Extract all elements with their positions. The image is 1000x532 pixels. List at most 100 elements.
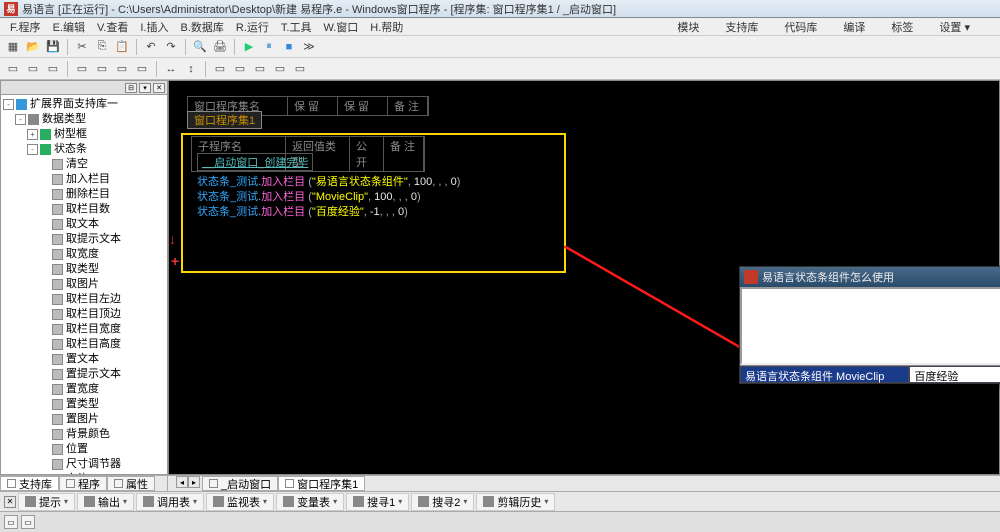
tree-item[interactable]: 清空 [3,157,165,172]
tb-layer5-icon[interactable]: ▭ [291,60,309,78]
tb-undo-icon[interactable]: ↶ [142,38,160,56]
tree-item[interactable]: 置提示文本 [3,367,165,382]
preview-titlebar[interactable]: 易语言状态条组件怎么使用 ✕ [740,267,1000,287]
sidebar-btn-dropdown-icon[interactable]: ▾ [139,83,151,93]
tb-dist1-icon[interactable]: ↔ [162,60,180,78]
editor-tab-programset[interactable]: 窗口程序集1 [278,476,365,491]
tb-layer2-icon[interactable]: ▭ [231,60,249,78]
panel-tab-watch[interactable]: 监视表▾ [206,493,274,511]
tree-item[interactable]: 取栏目宽度 [3,322,165,337]
menu-program[interactable]: F.程序 [4,19,47,35]
code-line[interactable]: 状态条_测试.加入栏目 ("MovieClip", 100, , , 0) [197,188,421,204]
tb-open-icon[interactable]: 📂 [24,38,42,56]
tree-item[interactable]: 删除栏目 [3,187,165,202]
tree-expand-icon[interactable]: - [15,114,26,125]
tree-item[interactable]: 置图片 [3,412,165,427]
tree-item[interactable]: -扩展界面支持库一 [3,97,165,112]
panel-tab-cliphistory[interactable]: 剪辑历史▾ [476,493,555,511]
tab-scroll-right-icon[interactable]: ▸ [188,476,200,488]
tb-redo-icon[interactable]: ↷ [162,38,180,56]
tb-paste-icon[interactable]: 📋 [113,38,131,56]
tb-pause-icon[interactable]: ⏸ [260,38,278,56]
code-line[interactable]: 状态条_测试.加入栏目 ("百度经验", -1, , , 0) [197,203,408,219]
tree-item[interactable]: 取栏目数 [3,202,165,217]
panel-tab-variables[interactable]: 变量表▾ [276,493,344,511]
library-tree[interactable]: -扩展界面支持库一-数据类型+树型框-状态条清空加入栏目删除栏目取栏目数取文本取… [1,95,167,474]
menu-help[interactable]: H.帮助 [364,19,409,35]
tab-scroll[interactable]: ◂▸ [176,476,200,491]
tree-item[interactable]: 置类型 [3,397,165,412]
menu-codelib[interactable]: 代码库 [778,19,823,35]
tb-layer1-icon[interactable]: ▭ [211,60,229,78]
menu-settings[interactable]: 设置 ▾ [933,19,976,35]
sidebar-btn-pin-icon[interactable]: ⊟ [125,83,137,93]
tree-item[interactable]: 取文本 [3,217,165,232]
tb-layer3-icon[interactable]: ▭ [251,60,269,78]
sidebar-btn-close-icon[interactable]: ✕ [153,83,165,93]
tb-save-icon[interactable]: 💾 [44,38,62,56]
tree-item[interactable]: 置文本 [3,352,165,367]
tb-cut-icon[interactable]: ✂ [73,38,91,56]
tree-expand-icon[interactable]: - [3,99,14,110]
tree-item[interactable]: 取类型 [3,262,165,277]
tb-layer4-icon[interactable]: ▭ [271,60,289,78]
tree-item[interactable]: 字体 [3,472,165,474]
menu-tools[interactable]: T.工具 [275,19,318,35]
menu-window[interactable]: W.窗口 [317,19,364,35]
tb-print-icon[interactable]: 🖨 [211,38,229,56]
tb-new-icon[interactable]: ▦ [4,38,22,56]
tb-align6-icon[interactable]: ▭ [113,60,131,78]
panel-tab-search1[interactable]: 搜寻1▾ [346,493,409,511]
panel-close-icon[interactable]: ✕ [4,496,16,508]
tree-item[interactable]: 加入栏目 [3,172,165,187]
tb-stop-icon[interactable]: ■ [280,38,298,56]
tb-align1-icon[interactable]: ▭ [4,60,22,78]
menu-run[interactable]: R.运行 [230,19,275,35]
menu-insert[interactable]: I.插入 [134,19,174,35]
sidebar-tab-properties[interactable]: 属性 [107,476,155,491]
tree-item[interactable]: 尺寸调节器 [3,457,165,472]
subprogram-link[interactable]: __启动窗口_创建完毕 [197,153,313,171]
editor-tab-startwindow[interactable]: _启动窗口 [202,476,278,491]
panel-tab-output[interactable]: 输出▾ [77,493,134,511]
tb-align5-icon[interactable]: ▭ [93,60,111,78]
tb-align3-icon[interactable]: ▭ [44,60,62,78]
tb-find-icon[interactable]: 🔍 [191,38,209,56]
menu-edit[interactable]: E.编辑 [47,19,91,35]
menu-compile[interactable]: 编译 [837,19,871,35]
menu-tag[interactable]: 标签 [885,19,919,35]
tb-align4-icon[interactable]: ▭ [73,60,91,78]
program-set-name[interactable]: 窗口程序集1 [187,111,262,129]
panel-tab-search2[interactable]: 搜寻2▾ [411,493,474,511]
code-line[interactable]: 状态条_测试.加入栏目 ("易语言状态条组件", 100, , , 0) [197,173,460,189]
menu-database[interactable]: B.数据库 [174,19,229,35]
panel-tab-calltable[interactable]: 调用表▾ [136,493,204,511]
tree-item[interactable]: -数据类型 [3,112,165,127]
tree-item[interactable]: 取栏目顶边 [3,307,165,322]
tree-item[interactable]: 取栏目高度 [3,337,165,352]
menu-module[interactable]: 模块 [671,19,705,35]
code-editor[interactable]: 窗口程序集名 保 留 保 留 备 注 窗口程序集1 子程序名 返回值类型 公开 … [168,80,1000,475]
tb-dist2-icon[interactable]: ↕ [182,60,200,78]
sidebar-tab-support[interactable]: 支持库 [0,476,59,491]
tb-run-icon[interactable]: ▶ [240,38,258,56]
sidebar-tab-program[interactable]: 程序 [59,476,107,491]
tree-item[interactable]: 取图片 [3,277,165,292]
gutter-plus-icon[interactable]: + [171,253,179,269]
tb-copy-icon[interactable]: ⎘ [93,38,111,56]
tree-item[interactable]: 取宽度 [3,247,165,262]
tree-item[interactable]: 位置 [3,442,165,457]
tree-item[interactable]: 背景颜色 [3,427,165,442]
menu-view[interactable]: V.查看 [91,19,134,35]
tb-align7-icon[interactable]: ▭ [133,60,151,78]
tree-item[interactable]: -状态条 [3,142,165,157]
tb-align2-icon[interactable]: ▭ [24,60,42,78]
tree-item[interactable]: 置宽度 [3,382,165,397]
tree-item[interactable]: +树型框 [3,127,165,142]
tree-item[interactable]: 取提示文本 [3,232,165,247]
panel-tab-tips[interactable]: 提示▾ [18,493,75,511]
tab-scroll-left-icon[interactable]: ◂ [176,476,188,488]
tree-expand-icon[interactable]: - [27,144,38,155]
preview-window[interactable]: 易语言状态条组件怎么使用 ✕ 易语言状态条组件 MovieClip 百度经验 [739,266,1000,384]
tree-expand-icon[interactable]: + [27,129,38,140]
